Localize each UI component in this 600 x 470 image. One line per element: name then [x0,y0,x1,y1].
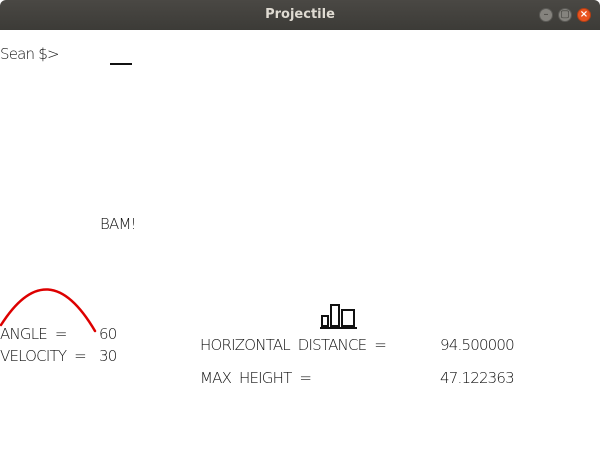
angle-value: 60 [99,325,117,343]
close-icon: × [579,9,589,20]
bar-chart-icon [320,304,357,329]
maximize-icon: ▢ [560,9,570,20]
minimize-icon: – [543,9,549,20]
title-bar[interactable]: Projectile – ▢ × [0,0,600,30]
text-cursor[interactable] [110,63,132,65]
max-height-label: MAX HEIGHT = [200,369,312,387]
velocity-label: VELOCITY = [0,347,87,365]
close-button[interactable]: × [577,8,591,22]
status-message: BAM! [100,215,137,233]
minimize-button[interactable]: – [539,8,553,22]
max-height-value: 47.122363 [440,369,515,387]
angle-label: ANGLE = [0,325,67,343]
window-title: Projectile [265,7,335,22]
prompt-label: Sean $> [0,45,60,63]
velocity-value: 30 [99,347,117,365]
horizontal-distance-label: HORIZONTAL DISTANCE = [200,336,387,354]
horizontal-distance-value: 94.500000 [440,336,515,354]
maximize-button[interactable]: ▢ [558,8,572,22]
projectile-window: Projectile – ▢ × Sean $> BAM! ANGLE = 60… [0,0,600,470]
